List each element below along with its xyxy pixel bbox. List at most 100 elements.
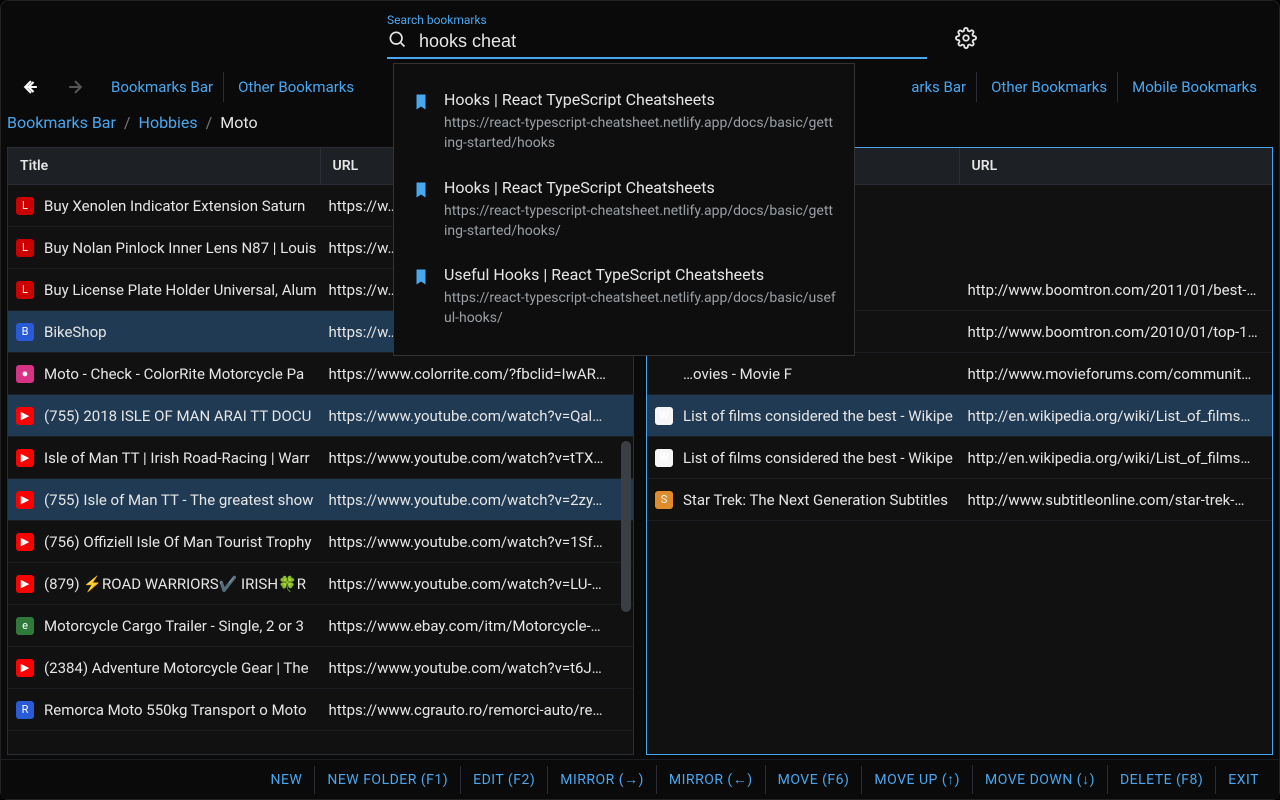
action-button[interactable]: DELETE (F8) <box>1108 766 1216 794</box>
table-row[interactable]: S Star Trek: The Next Generation Subtitle… <box>647 479 1272 521</box>
favicon: W <box>655 407 673 425</box>
row-url: https://www.youtube.com/watch?v=Qal… <box>329 407 626 425</box>
action-button[interactable]: NEW FOLDER (F1) <box>315 766 461 794</box>
row-title: (879) ⚡ROAD WARRIORS✔️ IRISH🍀R <box>44 575 319 593</box>
row-title: Isle of Man TT | Irish Road-Racing | War… <box>44 449 319 467</box>
nav-forward-button[interactable] <box>57 72 93 102</box>
row-url: http://en.wikipedia.org/wiki/List_of_fil… <box>968 407 1265 425</box>
tabs-right: arks Bar Other Bookmarks Mobile Bookmark… <box>901 72 1267 102</box>
row-title: Buy Nolan Pinlock Inner Lens N87 | Louis <box>44 239 319 257</box>
table-row[interactable]: e Motorcycle Cargo Trailer - Single, 2 or… <box>8 605 633 647</box>
col-title[interactable]: Title <box>8 148 321 184</box>
row-url: http://www.subtitleonline.com/star-trek-… <box>968 491 1265 509</box>
tab-bookmarks-bar-right[interactable]: arks Bar <box>901 72 977 102</box>
table-row[interactable]: W List of films considered the best - Wik… <box>647 437 1272 479</box>
row-url: https://www.cgrauto.ro/remorci-auto/re… <box>329 701 626 719</box>
nav-back-button[interactable] <box>13 72 49 102</box>
search-row <box>387 29 927 59</box>
row-title: (755) Isle of Man TT - The greatest show <box>44 491 319 509</box>
action-button[interactable]: EXIT <box>1216 766 1271 794</box>
row-title: List of films considered the best - Wiki… <box>683 449 958 467</box>
dropdown-item[interactable]: Useful Hooks | React TypeScript Cheatshe… <box>394 253 854 341</box>
search-dropdown: Hooks | React TypeScript Cheatsheets http… <box>393 63 855 356</box>
app-window: Search bookmarks Bookmarks Bar Other Boo… <box>0 0 1280 800</box>
action-button[interactable]: NEW <box>258 766 315 794</box>
favicon: e <box>16 617 34 635</box>
action-button[interactable]: MOVE (F6) <box>766 766 863 794</box>
tab-other-bookmarks[interactable]: Other Bookmarks <box>228 72 364 102</box>
row-url: https://www.ebay.com/itm/Motorcycle-… <box>329 617 626 635</box>
dropdown-item[interactable]: Hooks | React TypeScript Cheatsheets http… <box>394 166 854 254</box>
scrollbar-thumb[interactable] <box>621 441 631 612</box>
table-row[interactable]: WList of films considered the best - Wik… <box>647 395 1272 437</box>
search-icon <box>387 29 407 53</box>
tab-other-bookmarks-right[interactable]: Other Bookmarks <box>981 72 1118 102</box>
row-url: https://www.colorrite.com/?fbclid=IwAR… <box>329 365 626 383</box>
row-url: https://www.youtube.com/watch?v=t6J… <box>329 659 626 677</box>
tab-bookmarks-bar[interactable]: Bookmarks Bar <box>101 72 224 102</box>
table-row[interactable]: ▶ (879) ⚡ROAD WARRIORS✔️ IRISH🍀R https://w… <box>8 563 633 605</box>
favicon: W <box>655 449 673 467</box>
breadcrumb-link[interactable]: Bookmarks Bar <box>7 113 116 132</box>
col-url[interactable]: URL <box>960 148 1273 184</box>
table-row[interactable]: ▶ (2384) Adventure Motorcycle Gear | The h… <box>8 647 633 689</box>
dropdown-item[interactable]: Hooks | React TypeScript Cheatsheets http… <box>394 78 854 166</box>
table-row[interactable]: R Remorca Moto 550kg Transport o Moto http… <box>8 689 633 731</box>
favicon: ▶ <box>16 491 34 509</box>
action-button[interactable]: MIRROR (→) <box>548 765 657 794</box>
row-title: (2384) Adventure Motorcycle Gear | The <box>44 659 319 677</box>
action-button[interactable]: MOVE UP (↑) <box>862 765 973 794</box>
row-url: https://www.youtube.com/watch?v=tTX… <box>329 449 626 467</box>
tab-mobile-bookmarks[interactable]: Mobile Bookmarks <box>1122 72 1267 102</box>
table-row[interactable]: ▶ (755) 2018 ISLE OF MAN ARAI TT DOCU http… <box>8 395 633 437</box>
settings-button[interactable] <box>955 27 977 59</box>
row-title: Star Trek: The Next Generation Subtitles <box>683 491 958 509</box>
table-row[interactable]: ▶ (755) Isle of Man TT - The greatest sho… <box>8 479 633 521</box>
row-title: …ovies - Movie F <box>683 365 958 383</box>
row-url: http://www.boomtron.com/2010/01/top-1… <box>968 323 1265 341</box>
row-url: https://www.youtube.com/watch?v=LU-… <box>329 575 626 593</box>
search-input[interactable] <box>417 30 927 53</box>
table-row[interactable]: ▶ (756) Offiziell Isle Of Man Tourist Tro… <box>8 521 633 563</box>
dropdown-url: https://react-typescript-cheatsheet.netl… <box>444 201 836 242</box>
dropdown-title: Hooks | React TypeScript Cheatsheets <box>444 90 836 109</box>
action-button[interactable]: EDIT (F2) <box>461 766 548 794</box>
favicon: L <box>16 197 34 215</box>
row-title: (755) 2018 ISLE OF MAN ARAI TT DOCU <box>44 407 319 425</box>
action-button[interactable]: MIRROR (←) <box>657 765 766 794</box>
row-title: Remorca Moto 550kg Transport o Moto <box>44 701 319 719</box>
row-title: Buy License Plate Holder Universal, Alum <box>44 281 319 299</box>
favicon: ▶ <box>16 533 34 551</box>
table-row[interactable]: ▶ Isle of Man TT | Irish Road-Racing | Wa… <box>8 437 633 479</box>
row-title: (756) Offiziell Isle Of Man Tourist Trop… <box>44 533 319 551</box>
dropdown-url: https://react-typescript-cheatsheet.netl… <box>444 113 836 154</box>
row-title: BikeShop <box>44 323 319 341</box>
favicon: L <box>16 239 34 257</box>
dropdown-url: https://react-typescript-cheatsheet.netl… <box>444 288 836 329</box>
favicon: S <box>655 491 673 509</box>
row-title: Moto - Check - ColorRite Motorcycle Pa <box>44 365 319 383</box>
bookmark-icon <box>412 181 430 199</box>
row-url: http://en.wikipedia.org/wiki/List_of_fil… <box>968 449 1265 467</box>
dropdown-title: Hooks | React TypeScript Cheatsheets <box>444 178 836 197</box>
breadcrumb-sep: / <box>124 113 131 132</box>
action-bar: NEWNEW FOLDER (F1)EDIT (F2)MIRROR (→)MIR… <box>1 759 1279 799</box>
favicon: ▶ <box>16 659 34 677</box>
table-row[interactable]: …ovies - Movie Fhttp://www.movieforums.c… <box>647 353 1272 395</box>
dropdown-title: Useful Hooks | React TypeScript Cheatshe… <box>444 265 836 284</box>
favicon: B <box>16 323 34 341</box>
bookmark-icon <box>412 93 430 111</box>
favicon: ▶ <box>16 407 34 425</box>
search-wrap: Search bookmarks <box>387 13 927 59</box>
favicon: ▶ <box>16 449 34 467</box>
favicon: R <box>16 701 34 719</box>
row-title: Buy Xenolen Indicator Extension Saturn <box>44 197 319 215</box>
favicon: ▶ <box>16 575 34 593</box>
action-button[interactable]: MOVE DOWN (↓) <box>973 765 1108 794</box>
row-url: https://www.youtube.com/watch?v=1Sf… <box>329 533 626 551</box>
row-title: Motorcycle Cargo Trailer - Single, 2 or … <box>44 617 319 635</box>
favicon: ● <box>16 365 34 383</box>
table-row[interactable]: ● Moto - Check - ColorRite Motorcycle Pa h… <box>8 353 633 395</box>
breadcrumb-link[interactable]: Hobbies <box>139 113 198 132</box>
breadcrumb-sep: / <box>206 113 213 132</box>
